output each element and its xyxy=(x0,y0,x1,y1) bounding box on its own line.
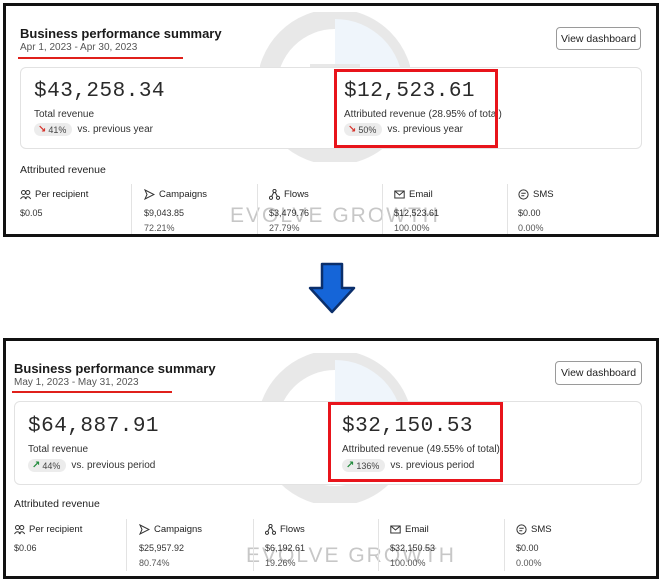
email-icon xyxy=(394,189,405,200)
column-percent: 27.79% xyxy=(269,223,300,233)
column-percent: 19.26% xyxy=(265,558,296,568)
column-email: Email $32,150.53 100.00% xyxy=(390,524,500,568)
column-per-recipient: Per recipient $0.06 xyxy=(14,524,124,558)
column-campaigns: Campaigns $9,043.85 72.21% xyxy=(144,189,254,233)
date-underline xyxy=(12,391,172,393)
column-label: SMS xyxy=(531,524,552,535)
sms-icon xyxy=(518,189,529,200)
sms-icon xyxy=(516,524,527,535)
column-label: Campaigns xyxy=(159,189,208,200)
total-revenue-value: $43,258.34 xyxy=(34,80,166,103)
column-divider xyxy=(382,184,383,234)
send-icon xyxy=(139,524,150,535)
trend-down-icon: ↘ xyxy=(38,124,47,135)
column-value: $0.00 xyxy=(518,208,541,218)
people-icon xyxy=(14,524,25,535)
total-revenue-label: Total revenue xyxy=(34,109,95,120)
column-sms: SMS $0.00 0.00% xyxy=(518,189,628,233)
column-label: Email xyxy=(405,524,429,535)
column-divider xyxy=(504,519,505,571)
column-value: $32,150.53 xyxy=(390,543,436,553)
column-percent: 0.00% xyxy=(516,558,542,568)
delta-comparison: vs. previous period xyxy=(71,460,156,471)
summary-panel-may: EVOLVE GROWTH Business performance summa… xyxy=(3,338,659,579)
column-percent: 0.00% xyxy=(518,223,544,233)
column-label: SMS xyxy=(533,189,554,200)
summary-panel-april: EVOLVE GROWTH Business performance summa… xyxy=(3,3,659,237)
column-value: $0.05 xyxy=(20,208,43,218)
column-divider xyxy=(131,184,132,234)
page-title: Business performance summary xyxy=(14,361,216,376)
date-range: Apr 1, 2023 - Apr 30, 2023 xyxy=(20,42,138,53)
column-per-recipient: Per recipient $0.05 xyxy=(20,189,130,223)
page-title: Business performance summary xyxy=(20,26,222,41)
total-revenue-delta: ↗ 44% vs. previous period xyxy=(28,459,155,472)
attributed-section-title: Attributed revenue xyxy=(20,164,106,176)
view-dashboard-button[interactable]: View dashboard xyxy=(556,27,641,50)
column-flows: Flows $6,192.61 19.26% xyxy=(265,524,375,568)
column-flows: Flows $3,479.76 27.79% xyxy=(269,189,379,233)
delta-comparison: vs. previous year xyxy=(77,124,153,135)
delta-badge: ↘ 41% xyxy=(34,123,73,136)
total-revenue-label: Total revenue xyxy=(28,444,89,455)
column-value: $3,479.76 xyxy=(269,208,310,218)
email-icon xyxy=(390,524,401,535)
people-icon xyxy=(20,189,31,200)
down-arrow-icon xyxy=(308,262,356,314)
delta-percent: 41% xyxy=(48,124,67,135)
highlight-box xyxy=(328,402,503,482)
column-percent: 80.74% xyxy=(139,558,170,568)
column-campaigns: Campaigns $25,957.92 80.74% xyxy=(139,524,249,568)
flows-icon xyxy=(269,189,280,200)
column-label: Email xyxy=(409,189,433,200)
column-label: Flows xyxy=(284,189,309,200)
column-value: $9,043.85 xyxy=(144,208,185,218)
column-percent: 72.21% xyxy=(144,223,175,233)
column-percent: 100.00% xyxy=(394,223,430,233)
column-label: Campaigns xyxy=(154,524,203,535)
column-percent: 100.00% xyxy=(390,558,426,568)
column-divider xyxy=(378,519,379,571)
column-value: $12,523.61 xyxy=(394,208,440,218)
column-sms: SMS $0.00 0.00% xyxy=(516,524,626,568)
highlight-box xyxy=(334,69,498,148)
date-range: May 1, 2023 - May 31, 2023 xyxy=(14,377,139,388)
send-icon xyxy=(144,189,155,200)
total-revenue-delta: ↘ 41% vs. previous year xyxy=(34,123,153,136)
column-divider xyxy=(507,184,508,234)
column-value: $25,957.92 xyxy=(139,543,185,553)
column-divider xyxy=(253,519,254,571)
column-label: Per recipient xyxy=(35,189,89,200)
date-underline xyxy=(18,57,183,59)
column-divider xyxy=(257,184,258,234)
total-revenue-value: $64,887.91 xyxy=(28,415,160,438)
trend-up-icon: ↗ xyxy=(32,460,41,471)
delta-badge: ↗ 44% xyxy=(28,459,67,472)
column-email: Email $12,523.61 100.00% xyxy=(394,189,504,233)
column-divider xyxy=(126,519,127,571)
flows-icon xyxy=(265,524,276,535)
column-label: Per recipient xyxy=(29,524,83,535)
delta-percent: 44% xyxy=(42,460,61,471)
column-value: $0.00 xyxy=(516,543,539,553)
view-dashboard-button[interactable]: View dashboard xyxy=(555,361,642,385)
column-value: $0.06 xyxy=(14,543,37,553)
column-label: Flows xyxy=(280,524,305,535)
column-value: $6,192.61 xyxy=(265,543,306,553)
attributed-section-title: Attributed revenue xyxy=(14,498,100,510)
